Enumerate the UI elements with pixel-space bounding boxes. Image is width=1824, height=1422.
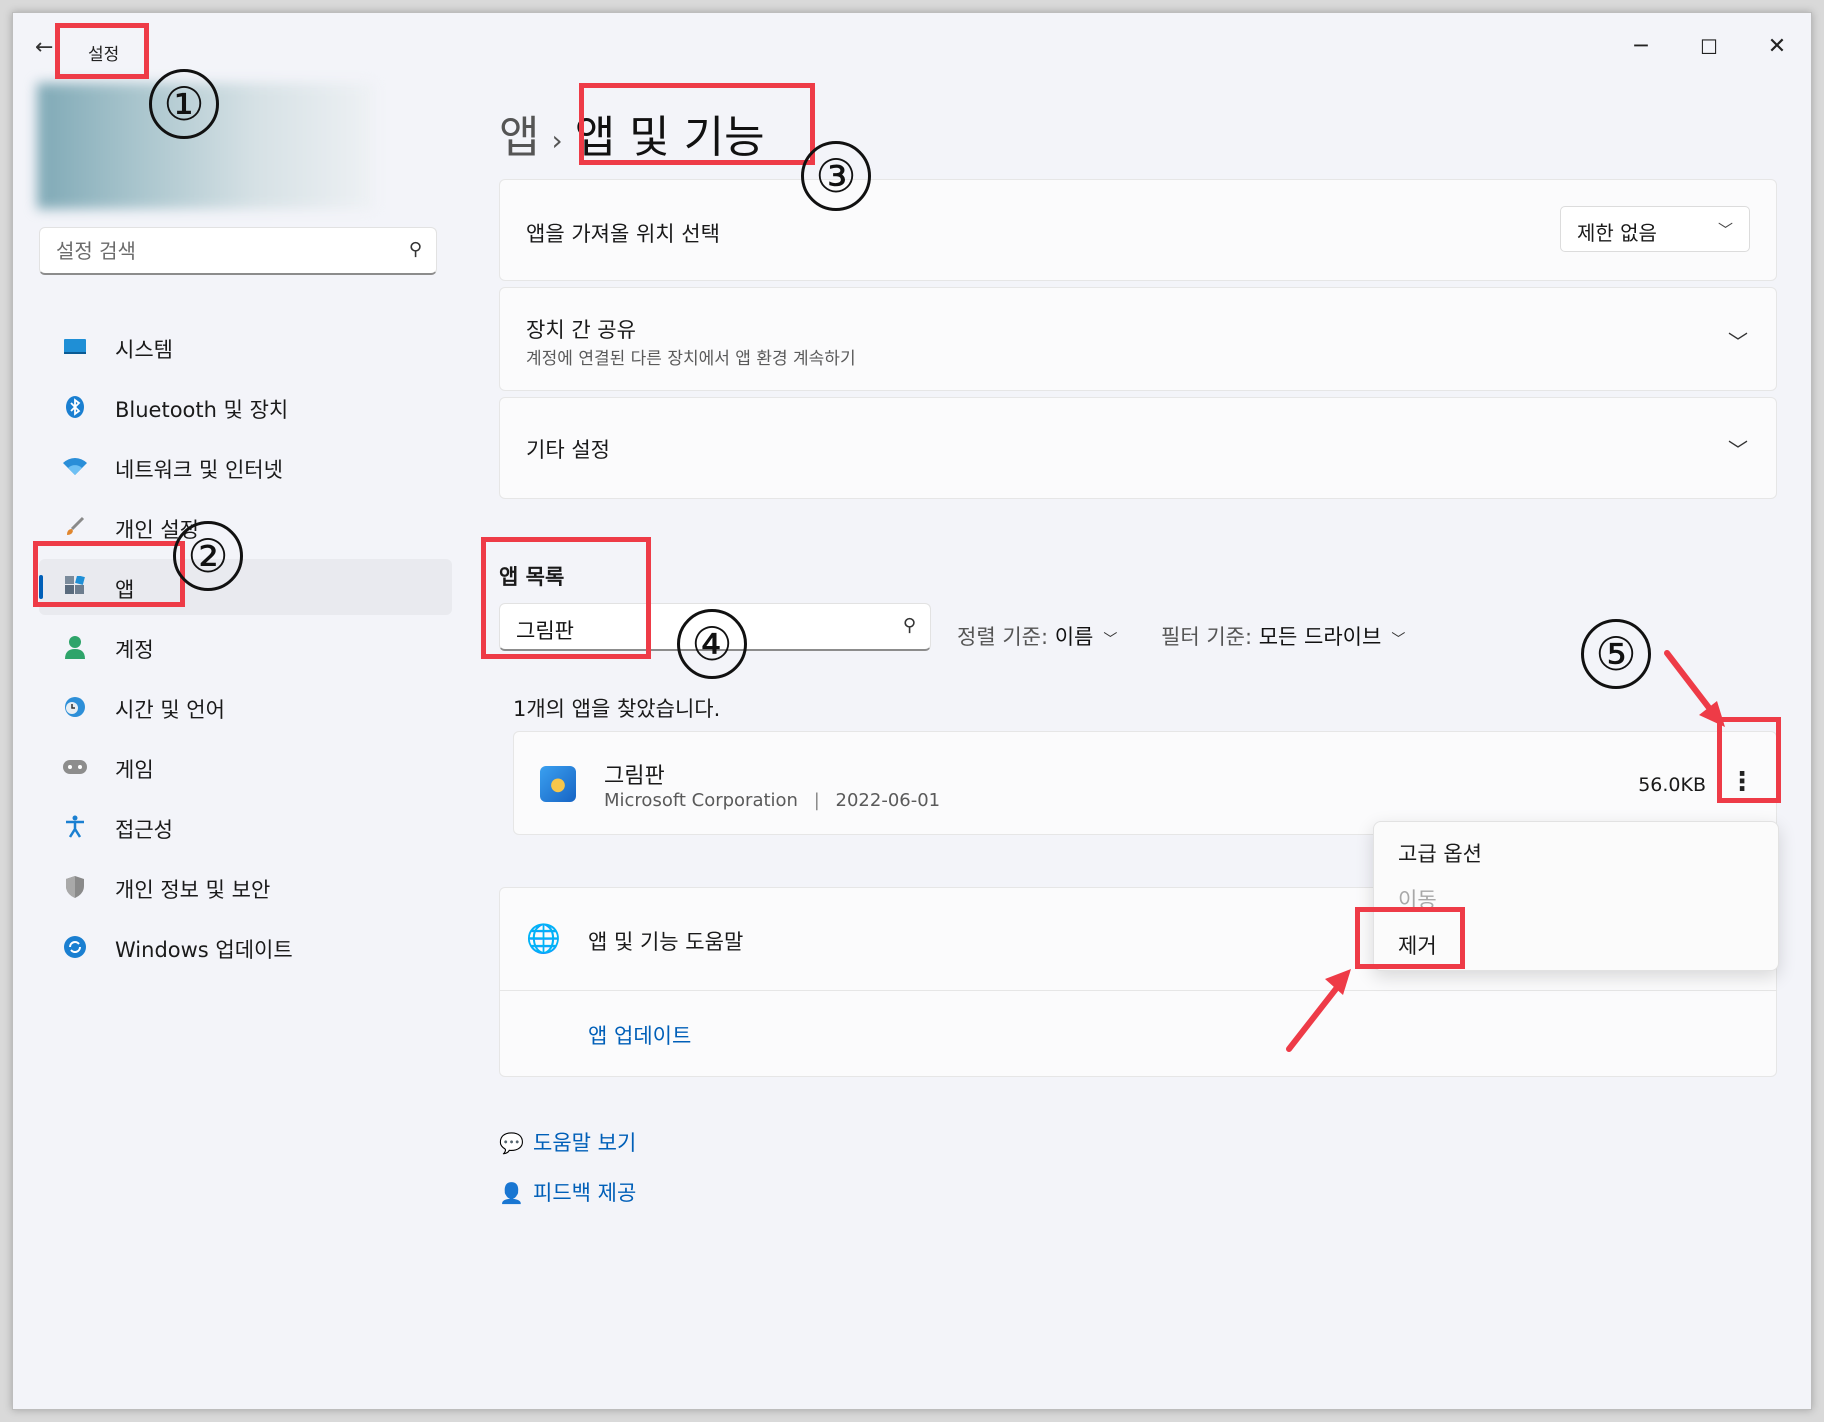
arrow-to-uninstall (1286, 969, 1351, 1052)
annotation-arrows (1286, 650, 1725, 1052)
arrow-to-more-button (1664, 650, 1725, 727)
settings-window: ← 설정 ─ ☐ ✕ ⚲ 시스템 Bluetooth 및 장치 네트워크 및 인… (12, 12, 1812, 1410)
